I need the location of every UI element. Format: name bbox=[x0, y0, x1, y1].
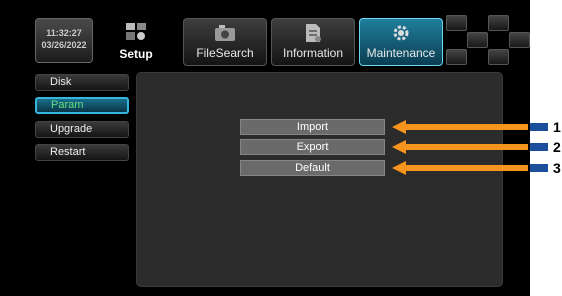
callout-arrow-3 bbox=[392, 161, 552, 175]
tab-filesearch-label: FileSearch bbox=[196, 46, 254, 60]
setup-icon bbox=[126, 23, 146, 40]
tab-maintenance[interactable]: Maintenance bbox=[359, 18, 443, 66]
tab-filesearch[interactable]: FileSearch bbox=[183, 18, 267, 66]
sidebar-item-label: Disk bbox=[50, 76, 72, 88]
clock-time: 11:32:27 bbox=[46, 28, 82, 38]
document-icon bbox=[306, 24, 321, 42]
export-button[interactable]: Export bbox=[240, 139, 385, 155]
sidebar-item-label: Param bbox=[51, 99, 84, 111]
default-button[interactable]: Default bbox=[240, 160, 385, 176]
callout-arrow-1 bbox=[392, 120, 552, 134]
callout-number-1: 1 bbox=[553, 119, 561, 135]
sidebar-item-restart[interactable]: Restart bbox=[35, 144, 129, 161]
callout-number-3: 3 bbox=[553, 160, 561, 176]
tab-information[interactable]: Information bbox=[271, 18, 355, 66]
tab-maintenance-label: Maintenance bbox=[366, 46, 436, 60]
sidebar-item-label: Upgrade bbox=[50, 123, 93, 135]
sidebar-item-upgrade[interactable]: Upgrade bbox=[35, 121, 129, 138]
tab-setup-label: Setup bbox=[119, 47, 153, 61]
layout-grid-decoration bbox=[446, 15, 530, 65]
sidebar-item-label: Restart bbox=[50, 146, 86, 158]
clock-display: 11:32:27 03/26/2022 bbox=[35, 18, 93, 63]
callout-number-2: 2 bbox=[553, 139, 561, 155]
camera-icon bbox=[215, 25, 235, 41]
callout-arrow-2 bbox=[392, 140, 552, 154]
clock-date: 03/26/2022 bbox=[41, 40, 87, 50]
gear-icon bbox=[393, 25, 409, 41]
import-button[interactable]: Import bbox=[240, 119, 385, 135]
tab-setup[interactable]: Setup bbox=[96, 18, 176, 66]
content-panel bbox=[136, 72, 503, 287]
sidebar-item-param[interactable]: Param bbox=[35, 97, 129, 114]
sidebar-item-disk[interactable]: Disk bbox=[35, 74, 129, 91]
tab-information-label: Information bbox=[282, 46, 344, 60]
